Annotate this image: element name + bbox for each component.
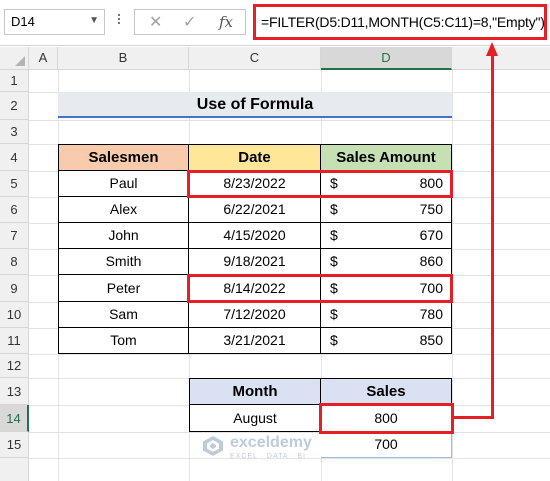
date-cell[interactable]: 6/22/2021: [189, 197, 321, 223]
row-header-9[interactable]: 9: [0, 275, 29, 302]
table-row[interactable]: Alex: [58, 197, 189, 223]
column-header-b[interactable]: B: [58, 47, 189, 70]
arrow-connector: [491, 55, 494, 419]
amount-value: 670: [419, 227, 443, 243]
highlight-row-9: [187, 274, 453, 303]
column-header-d[interactable]: D: [321, 47, 452, 70]
amount-cell[interactable]: $860: [321, 249, 452, 275]
watermark: exceldemy EXCEL · DATA · BI: [202, 432, 352, 468]
currency-symbol: $: [330, 201, 338, 217]
date-cell[interactable]: 3/21/2021: [189, 328, 321, 354]
header-date[interactable]: Date: [189, 144, 321, 171]
amount-value: 750: [419, 201, 443, 217]
row-header-2[interactable]: 2: [0, 92, 29, 120]
row-header-13[interactable]: 13: [0, 378, 29, 405]
date-value: 9/18/2021: [223, 253, 286, 269]
row-header-6[interactable]: 6: [0, 197, 29, 223]
chevron-down-icon[interactable]: ▼: [89, 15, 99, 26]
cancel-icon[interactable]: ✕: [149, 12, 162, 32]
formula-text: =FILTER(D5:D11,MONTH(C5:C11)=8,"Empty"): [261, 14, 545, 30]
table-row[interactable]: Peter: [58, 275, 189, 302]
table-row[interactable]: Paul: [58, 171, 189, 197]
date-cell[interactable]: 9/18/2021: [189, 249, 321, 275]
name-box[interactable]: D14 ▼: [4, 9, 105, 35]
amount-cell[interactable]: $750: [321, 197, 452, 223]
exceldemy-logo: [203, 436, 223, 456]
row-header-4[interactable]: 4: [0, 144, 29, 171]
row-header-5[interactable]: 5: [0, 171, 29, 197]
row-header-10[interactable]: 10: [0, 302, 29, 328]
header-date-label: Date: [238, 149, 271, 166]
amount-value: 780: [419, 306, 443, 322]
row-header-3[interactable]: 3: [0, 120, 29, 144]
currency-symbol: $: [330, 306, 338, 322]
formula-buttons: ✕ ✓ fx: [134, 9, 246, 35]
row-header-8[interactable]: 8: [0, 249, 29, 275]
table-row[interactable]: John: [58, 223, 189, 249]
highlight-result: [319, 403, 454, 434]
arrow-connector: [454, 416, 494, 419]
header-sales-amount[interactable]: Sales Amount: [321, 144, 452, 171]
header-salesmen[interactable]: Salesmen: [58, 144, 189, 171]
table-row[interactable]: Tom: [58, 328, 189, 354]
header-month[interactable]: Month: [189, 378, 321, 405]
row-header-16[interactable]: [0, 458, 29, 481]
row-header-15[interactable]: 15: [0, 432, 29, 458]
drag-handle-icon[interactable]: [116, 12, 122, 32]
table-row[interactable]: Smith: [58, 249, 189, 275]
formula-bar: D14 ▼ ✕ ✓ fx =FILTER(D5:D11,MONTH(C5:C11…: [0, 0, 550, 46]
row-header-11[interactable]: 11: [0, 328, 29, 354]
select-all-button[interactable]: [0, 47, 29, 70]
amount-cell[interactable]: $670: [321, 223, 452, 249]
salesman-name: Sam: [109, 306, 138, 322]
row-header-12[interactable]: 12: [0, 354, 29, 378]
row-header-7[interactable]: 7: [0, 223, 29, 249]
date-value: 6/22/2021: [223, 201, 286, 217]
amount-value: 860: [419, 253, 443, 269]
date-cell[interactable]: 7/12/2020: [189, 302, 321, 328]
month-value: August: [233, 410, 277, 426]
date-value: 3/21/2021: [223, 332, 286, 348]
amount-value: 850: [419, 332, 443, 348]
salesman-name: Tom: [110, 332, 137, 348]
insert-function-icon[interactable]: fx: [219, 13, 233, 31]
sheet-title[interactable]: Use of Formula: [58, 92, 452, 118]
enter-icon[interactable]: ✓: [183, 12, 196, 32]
salesman-name: Alex: [109, 201, 138, 217]
watermark-tagline: EXCEL · DATA · BI: [230, 453, 306, 460]
name-box-value: D14: [11, 14, 35, 29]
arrow-up-icon: [486, 42, 498, 56]
header-sales-label: Sales: [366, 383, 406, 400]
salesman-name: John: [108, 227, 139, 243]
currency-symbol: $: [330, 332, 338, 348]
currency-symbol: $: [330, 227, 338, 243]
currency-symbol: $: [330, 253, 338, 269]
date-cell[interactable]: 4/15/2020: [189, 223, 321, 249]
month-cell[interactable]: August: [189, 405, 321, 432]
salesman-name: Peter: [106, 280, 141, 296]
table-row[interactable]: Sam: [58, 302, 189, 328]
amount-cell[interactable]: $850: [321, 328, 452, 354]
header-amount-label: Sales Amount: [336, 149, 436, 166]
amount-cell[interactable]: $780: [321, 302, 452, 328]
watermark-name: exceldemy: [230, 434, 312, 451]
header-sales[interactable]: Sales: [321, 378, 452, 405]
formula-input[interactable]: =FILTER(D5:D11,MONTH(C5:C11)=8,"Empty"): [253, 4, 547, 40]
row-header-14[interactable]: 14: [0, 405, 29, 432]
row-header-1[interactable]: 1: [0, 70, 29, 92]
date-value: 4/15/2020: [223, 227, 286, 243]
header-salesmen-label: Salesmen: [88, 149, 159, 166]
column-header-a[interactable]: A: [29, 47, 58, 70]
salesman-name: Paul: [109, 175, 138, 191]
header-month-label: Month: [232, 383, 278, 400]
date-value: 7/12/2020: [223, 306, 286, 322]
column-header-c[interactable]: C: [189, 47, 321, 70]
salesman-name: Smith: [105, 253, 142, 269]
column-header-e[interactable]: [452, 47, 550, 70]
highlight-row-5: [187, 170, 453, 198]
